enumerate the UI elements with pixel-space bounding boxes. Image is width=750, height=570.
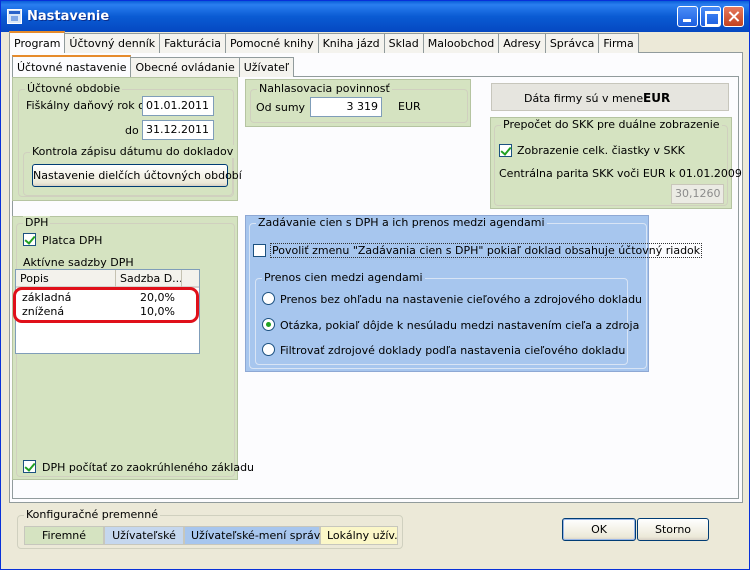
vat-payer-checkbox[interactable]: [23, 233, 36, 246]
reporting-currency-label: EUR: [398, 100, 421, 113]
app-icon: [7, 9, 22, 24]
price-transfer-title: Prenos cien medzi agendami: [262, 271, 425, 284]
ok-button[interactable]: OK: [562, 518, 636, 541]
conversion-title: Prepočet do SKK pre duálne zobrazenie: [501, 118, 722, 131]
fiscal-year-to-input[interactable]: 31.12.2011: [142, 120, 214, 140]
tab-kniha-jazd[interactable]: Kniha jázd: [317, 33, 385, 53]
fiscal-year-to-label: do: [125, 124, 139, 137]
transfer-option-ask-label: Otázka, pokiaľ dôjde k nesúladu medzi na…: [280, 319, 640, 332]
central-parity-input[interactable]: 30,1260: [671, 184, 724, 204]
currency-info-bar: Dáta firmy sú v mene EUR: [491, 83, 729, 111]
accounting-period-title: Účtovné obdobie: [25, 82, 123, 95]
transfer-option-ask-radio[interactable]: [262, 318, 275, 331]
config-chip-company: Firemné: [24, 526, 104, 545]
currency-info-value: EUR: [643, 91, 671, 105]
title-bar[interactable]: Nastavenie: [1, 1, 749, 32]
show-skk-checkbox[interactable]: [499, 144, 512, 157]
tab-adresy[interactable]: Adresy: [498, 33, 546, 53]
tab-uctovne-nastavenie[interactable]: Účtovné nastavenie: [12, 55, 132, 77]
window-title: Nastavenie: [27, 9, 110, 24]
vat-rates-header: Popis Sadzba D...: [16, 270, 199, 288]
vat-rounded-checkbox[interactable]: [23, 460, 36, 473]
tab-program[interactable]: Program: [9, 31, 66, 53]
tab-spravca[interactable]: Správca: [544, 33, 600, 53]
tab-fakturacia[interactable]: Fakturácia: [159, 33, 226, 53]
currency-info-label: Dáta firmy sú v mene: [524, 92, 644, 105]
show-skk-label: Zobrazenie celk. čiastky v SKK: [517, 144, 685, 157]
tab-firma[interactable]: Firma: [598, 33, 639, 53]
column-header-sadzba[interactable]: Sadzba D...: [116, 270, 182, 288]
config-chip-local-user: Lokálny užív.: [320, 526, 398, 545]
vat-title: DPH: [23, 216, 51, 229]
vat-payer-label: Platca DPH: [42, 234, 103, 247]
reporting-title: Nahlasovacia povinnosť: [257, 82, 392, 95]
vat-rates-title: Aktívne sadzby DPH: [23, 256, 134, 269]
from-sum-label: Od sumy: [256, 101, 306, 114]
settings-window: Nastavenie Program Účtovný denník Faktur…: [0, 0, 750, 570]
tab-uzivatel[interactable]: Užívateľ: [238, 57, 295, 77]
tab-uctovny-dennik[interactable]: Účtovný denník: [64, 33, 161, 53]
fiscal-year-from-label: Fiškálny daňový rok od: [26, 99, 152, 112]
transfer-option-ignore-radio[interactable]: [262, 292, 275, 305]
transfer-option-filter-label: Filtrovať zdrojové doklady podľa nastave…: [280, 344, 626, 357]
sub-tab-bar: Účtovné nastavenie Obecné ovládanie Užív…: [12, 55, 295, 77]
config-chip-user-admin: Užívateľské-mení správca: [184, 526, 333, 545]
date-control-title: Kontrola zápisu dátumu do dokladov: [30, 145, 236, 158]
minimize-button[interactable]: [677, 6, 698, 27]
central-parity-label: Centrálna parita SKK voči EUR k 01.01.20…: [499, 167, 742, 180]
close-button[interactable]: [723, 6, 744, 27]
config-variables-group: Konfiguračné premenné Firemné Užívateľsk…: [17, 508, 403, 549]
price-entry-title: Zadávanie cien s DPH a ich prenos medzi …: [256, 216, 547, 229]
tab-maloobchod[interactable]: Maloobchod: [422, 33, 500, 53]
tab-obecne-ovladanie[interactable]: Obecné ovládanie: [130, 57, 240, 77]
maximize-button[interactable]: [700, 6, 721, 27]
vat-rounded-label: DPH počítať zo zaokrúhleného základu: [42, 461, 255, 474]
allow-price-change-checkbox[interactable]: [253, 244, 266, 257]
config-variables-title: Konfiguračné premenné: [24, 508, 161, 521]
fiscal-year-from-input[interactable]: 01.01.2011: [142, 96, 214, 116]
main-tab-bar: Program Účtovný denník Fakturácia Pomocn…: [9, 31, 639, 53]
partial-periods-button[interactable]: Nastavenie dielčích účtovných období: [32, 164, 242, 187]
tab-sklad[interactable]: Sklad: [383, 33, 424, 53]
column-header-spacer: [182, 270, 199, 288]
config-chip-user: Užívateľské: [104, 526, 184, 545]
column-header-popis[interactable]: Popis: [16, 270, 116, 288]
allow-price-change-label: Povoliť zmenu "Zadávania cien s DPH" pok…: [270, 243, 703, 258]
reporting-amount-input[interactable]: 3 319: [310, 97, 382, 117]
cancel-button[interactable]: Storno: [637, 518, 709, 541]
transfer-option-filter-radio[interactable]: [262, 343, 275, 356]
transfer-option-ignore-label: Prenos bez ohľadu na nastavenie cieľovéh…: [280, 293, 643, 306]
tab-pomocne-knihy[interactable]: Pomocné knihy: [225, 33, 319, 53]
red-highlight-annotation: [13, 287, 199, 323]
